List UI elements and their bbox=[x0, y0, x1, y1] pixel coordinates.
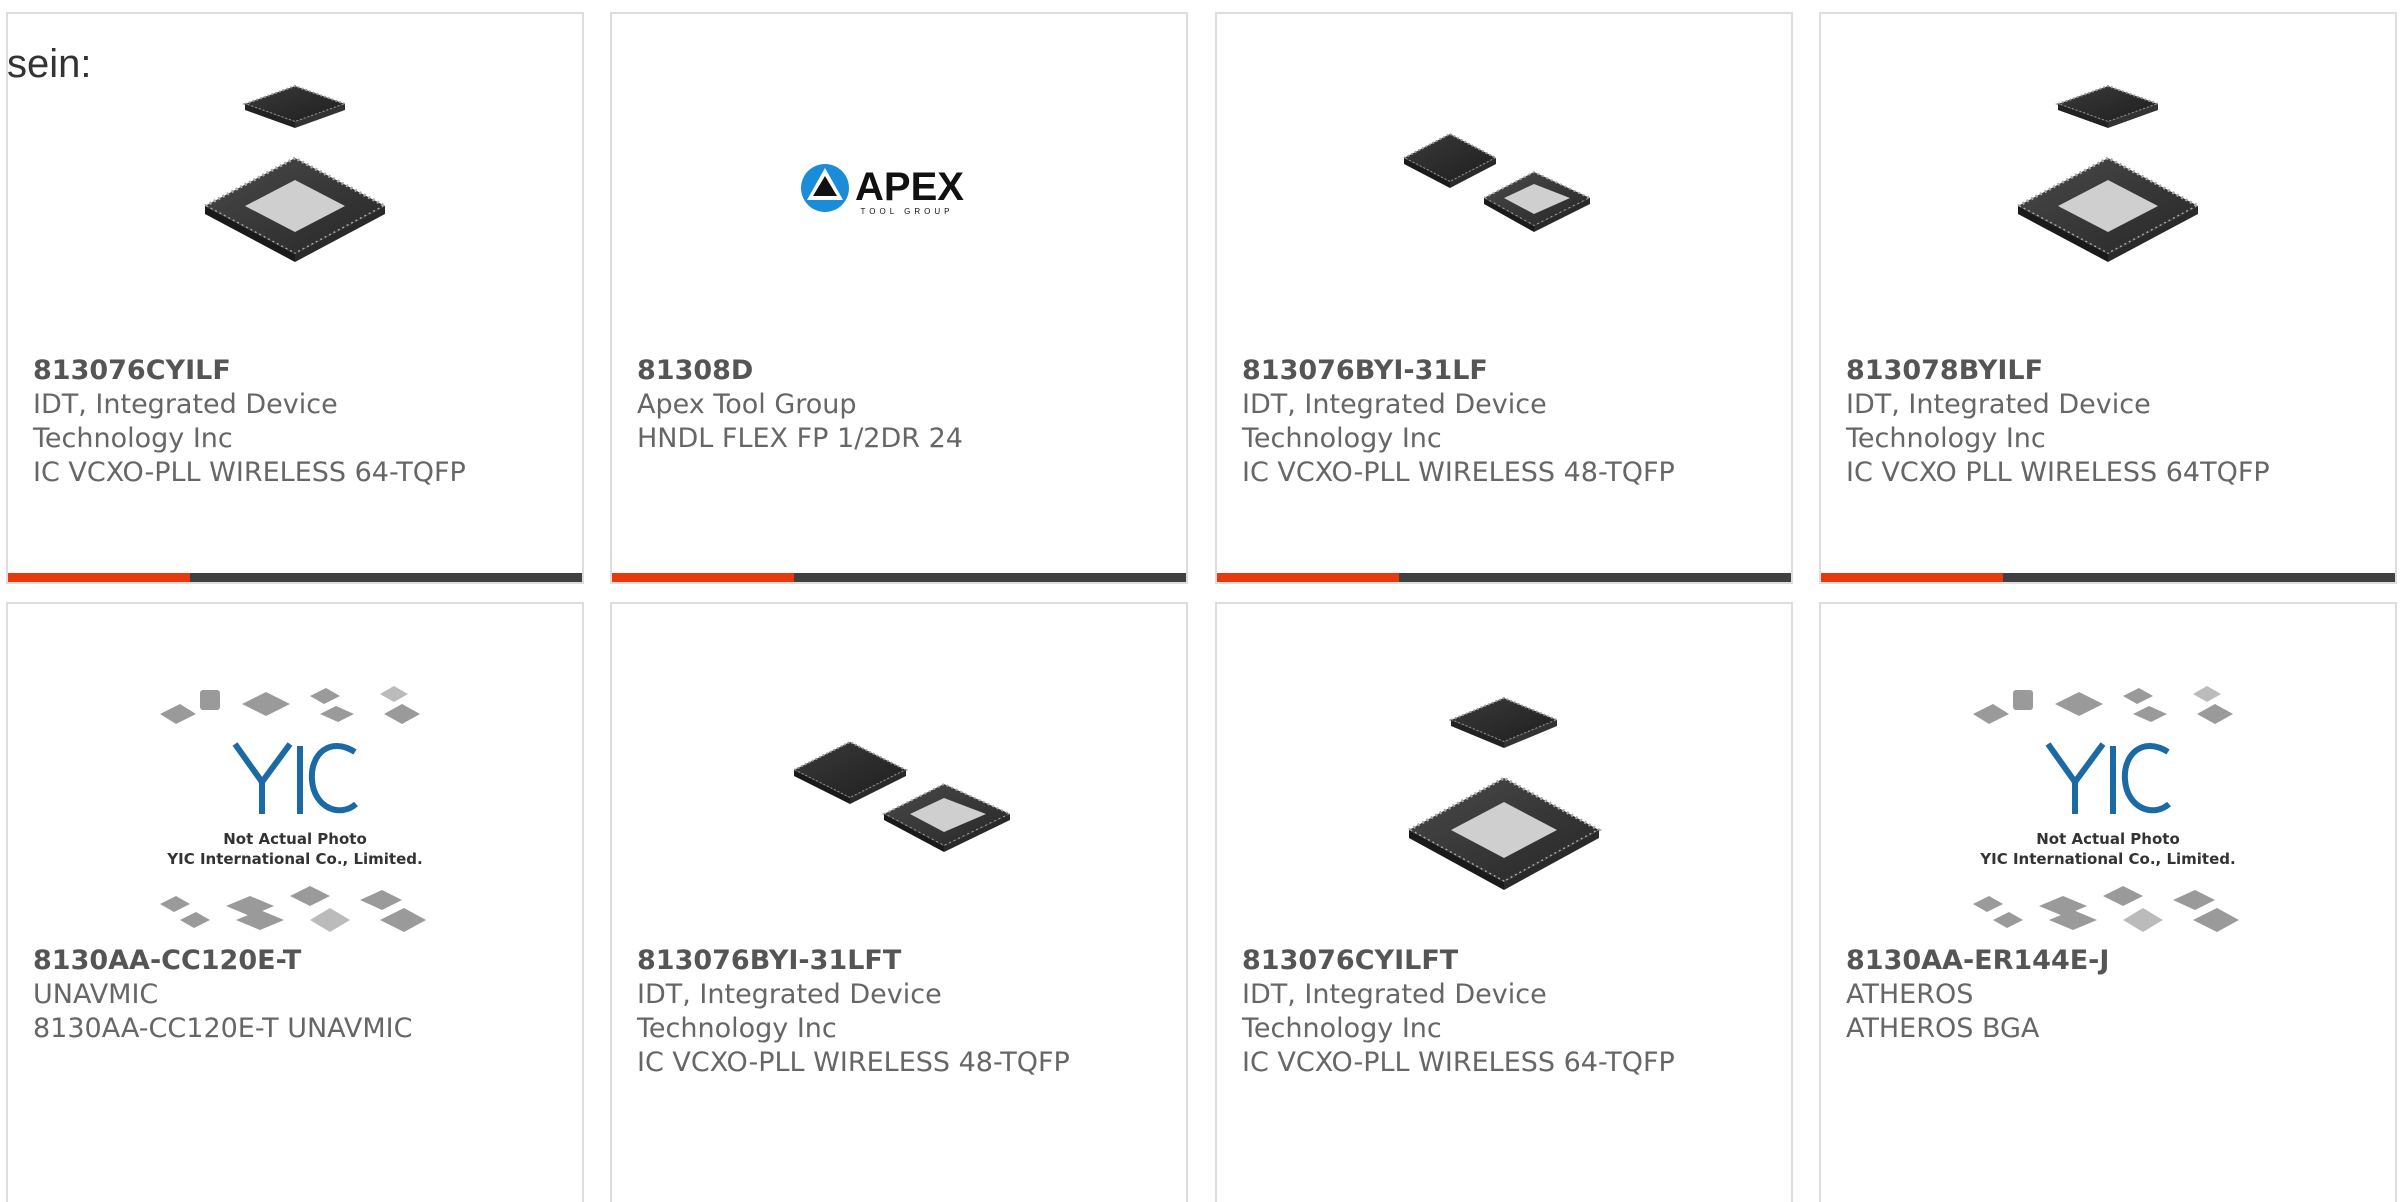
product-card[interactable]: APEX TOOL GROUP 81308D Apex Tool Group H… bbox=[610, 12, 1188, 584]
description: IC VCXO-PLL WIRELESS 64-TQFP bbox=[33, 457, 466, 488]
card-bar bbox=[8, 573, 582, 582]
chip-pair-large-icon[interactable] bbox=[1359, 674, 1649, 934]
card-bar bbox=[1821, 573, 2395, 582]
chip-pair-large-icon[interactable] bbox=[1998, 76, 2218, 296]
chip-pair-side-icon[interactable] bbox=[754, 674, 1044, 934]
chip-pair-side-icon[interactable] bbox=[1394, 76, 1614, 296]
manufacturer: IDT, Integrated Device Technology Inc bbox=[1242, 389, 1547, 454]
description: 8130AA-CC120E-T UNAVMIC bbox=[33, 1013, 413, 1044]
part-number[interactable]: 813078BYILF bbox=[1846, 354, 2375, 388]
product-card[interactable]: Not Actual Photo YIC International Co., … bbox=[1819, 602, 2397, 1202]
description: ATHEROS BGA bbox=[1846, 1013, 2040, 1044]
part-number[interactable]: 813076CYILFT bbox=[1242, 944, 1771, 978]
manufacturer: ATHEROS bbox=[1846, 979, 1974, 1010]
chip-pair-large-icon[interactable] bbox=[185, 76, 405, 296]
part-number[interactable]: 813076BYI-31LF bbox=[1242, 354, 1771, 388]
product-card[interactable]: 813076BYI-31LFT IDT, Integrated Device T… bbox=[610, 602, 1188, 1202]
card-bar bbox=[1217, 573, 1791, 582]
product-card[interactable]: 813078BYILF IDT, Integrated Device Techn… bbox=[1819, 12, 2397, 584]
card-bar-accent bbox=[1217, 573, 1399, 582]
placeholder-line2: YIC International Co., Limited. bbox=[1979, 850, 2235, 868]
apex-logo-subtext: TOOL GROUP bbox=[861, 207, 954, 216]
card-bar-accent bbox=[1821, 573, 2003, 582]
manufacturer: UNAVMIC bbox=[33, 979, 159, 1010]
lead-text: sein: bbox=[7, 42, 92, 86]
manufacturer: IDT, Integrated Device Technology Inc bbox=[1242, 979, 1547, 1044]
part-number[interactable]: 81308D bbox=[637, 354, 1166, 388]
description: HNDL FLEX FP 1/2DR 24 bbox=[637, 423, 963, 454]
apex-logo[interactable]: APEX TOOL GROUP bbox=[789, 76, 1009, 296]
manufacturer: IDT, Integrated Device Technology Inc bbox=[33, 389, 338, 454]
part-number[interactable]: 8130AA-ER144E-J bbox=[1846, 944, 2375, 978]
description: IC VCXO PLL WIRELESS 64TQFP bbox=[1846, 457, 2270, 488]
description: IC VCXO-PLL WIRELESS 48-TQFP bbox=[637, 1047, 1070, 1078]
product-card[interactable]: 813076CYILF IDT, Integrated Device Techn… bbox=[6, 12, 584, 584]
card-bar-accent bbox=[612, 573, 794, 582]
placeholder-line1: Not Actual Photo bbox=[2036, 830, 2180, 848]
placeholder-line1: Not Actual Photo bbox=[223, 830, 367, 848]
part-number[interactable]: 813076BYI-31LFT bbox=[637, 944, 1166, 978]
manufacturer: IDT, Integrated Device Technology Inc bbox=[637, 979, 942, 1044]
product-card[interactable]: 813076CYILFT IDT, Integrated Device Tech… bbox=[1215, 602, 1793, 1202]
manufacturer: Apex Tool Group bbox=[637, 389, 857, 420]
yic-placeholder[interactable]: Not Actual Photo YIC International Co., … bbox=[150, 674, 440, 934]
description: IC VCXO-PLL WIRELESS 64-TQFP bbox=[1242, 1047, 1675, 1078]
card-bar bbox=[612, 573, 1186, 582]
description: IC VCXO-PLL WIRELESS 48-TQFP bbox=[1242, 457, 1675, 488]
product-card[interactable]: Not Actual Photo YIC International Co., … bbox=[6, 602, 584, 1202]
yic-placeholder[interactable]: Not Actual Photo YIC International Co., … bbox=[1963, 674, 2253, 934]
part-number[interactable]: 813076CYILF bbox=[33, 354, 562, 388]
apex-logo-text: APEX bbox=[855, 165, 964, 209]
part-number[interactable]: 8130AA-CC120E-T bbox=[33, 944, 562, 978]
product-card[interactable]: 813076BYI-31LF IDT, Integrated Device Te… bbox=[1215, 12, 1793, 584]
placeholder-line2: YIC International Co., Limited. bbox=[166, 850, 422, 868]
manufacturer: IDT, Integrated Device Technology Inc bbox=[1846, 389, 2151, 454]
card-bar-accent bbox=[8, 573, 190, 582]
